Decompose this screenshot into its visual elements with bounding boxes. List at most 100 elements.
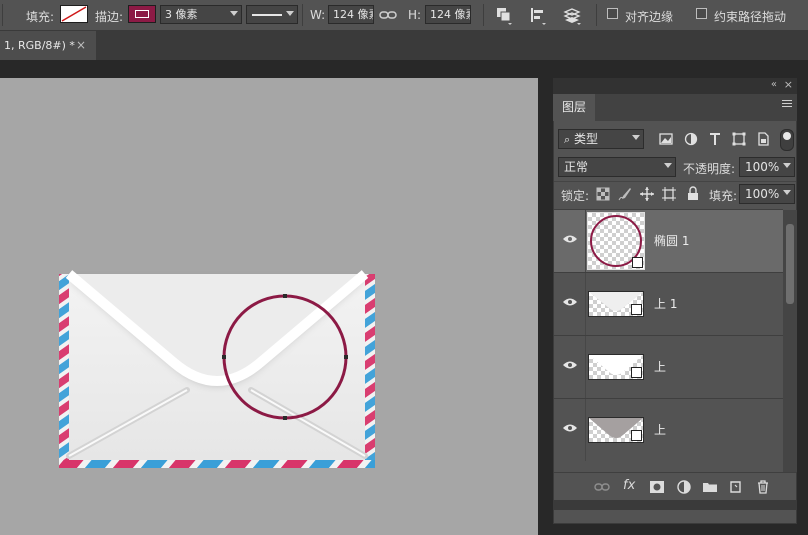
filter-smart-object-icon[interactable] <box>755 131 771 147</box>
layer-name[interactable]: 上 <box>654 358 666 375</box>
delete-layer-trash-icon[interactable] <box>755 479 771 495</box>
document-tab-title: 1, RGB/8#) * <box>4 39 75 52</box>
layer-row[interactable]: 上 <box>554 398 783 461</box>
fill-opacity-value: 100% <box>745 187 780 201</box>
divider <box>554 181 796 182</box>
layer-row[interactable]: 椭圆 1 <box>554 209 783 272</box>
fill-opacity-input[interactable]: 100% <box>739 184 795 204</box>
layer-name[interactable]: 上 1 <box>654 295 677 312</box>
anchor-point-bottom[interactable] <box>283 416 287 420</box>
stroke-label: 描边: <box>95 10 124 24</box>
airmail-border-left <box>59 274 69 468</box>
airmail-border-bottom <box>59 460 375 468</box>
filter-toggle-knob <box>783 132 791 140</box>
eye-icon[interactable] <box>563 423 577 433</box>
stroke-swatch[interactable] <box>128 5 156 23</box>
layer-filter-select[interactable]: ⌕ 类型 <box>558 129 644 149</box>
close-panel-icon[interactable]: × <box>784 78 793 91</box>
layer-name[interactable]: 椭圆 1 <box>654 232 689 249</box>
opacity-input[interactable]: 100% <box>739 157 795 177</box>
panel-title-bar: « × <box>553 78 797 94</box>
layer-filter-value: 类型 <box>574 132 599 146</box>
divider <box>585 399 586 461</box>
align-edges-checkbox[interactable] <box>607 8 618 19</box>
layers-scrollbar[interactable] <box>783 210 797 472</box>
chevron-down-icon <box>230 11 238 16</box>
filter-pixel-icon[interactable] <box>658 131 674 147</box>
chevron-down-icon <box>664 163 672 168</box>
width-input[interactable]: 124 像素 <box>328 5 374 24</box>
link-layers-icon[interactable] <box>594 479 610 495</box>
panel-menu-icon[interactable] <box>782 100 792 101</box>
layer-thumbnail <box>588 417 644 443</box>
chevron-down-icon <box>783 190 791 195</box>
lock-all-icon[interactable] <box>686 186 700 201</box>
stroke-type-select[interactable] <box>246 5 298 24</box>
anchor-point-top[interactable] <box>283 294 287 298</box>
link-icon[interactable] <box>378 5 398 25</box>
divider <box>585 210 586 272</box>
lock-image-pixels-icon[interactable] <box>618 187 632 201</box>
fill-swatch[interactable] <box>60 5 88 23</box>
separator <box>2 4 3 26</box>
close-icon[interactable]: × <box>76 38 86 52</box>
align-edges-label: 对齐边缘 <box>625 10 674 24</box>
filter-adjustment-icon[interactable] <box>683 131 699 147</box>
opacity-label: 不透明度: <box>683 162 736 176</box>
path-arrangement-icon[interactable] <box>562 5 582 25</box>
solid-line-icon <box>252 14 282 16</box>
airmail-border-right <box>365 274 375 468</box>
anchor-point-left[interactable] <box>222 355 226 359</box>
layer-row[interactable]: 上 <box>554 335 783 398</box>
lock-position-icon[interactable] <box>640 187 654 201</box>
layer-thumbnail <box>588 291 644 317</box>
tab-layers[interactable]: 图层 <box>553 94 595 121</box>
layer-row[interactable]: 上 1 <box>554 272 783 335</box>
divider <box>585 336 586 398</box>
panel-footer-resize <box>553 500 797 510</box>
add-mask-icon[interactable] <box>649 479 665 495</box>
no-fill-icon <box>61 6 87 22</box>
layers-panel-toolbar: fx <box>554 472 796 501</box>
lock-artboard-icon[interactable] <box>662 187 676 201</box>
width-label: W: <box>310 8 326 22</box>
eye-icon[interactable] <box>563 360 577 370</box>
scrollbar-thumb[interactable] <box>786 224 794 304</box>
envelope-artwork[interactable] <box>55 270 379 473</box>
fill-opacity-label: 填充: <box>709 189 738 203</box>
chevron-down-icon <box>632 135 640 140</box>
blend-mode-value: 正常 <box>564 160 589 174</box>
path-alignment-icon[interactable] <box>528 5 548 25</box>
chevron-down-icon <box>783 163 791 168</box>
stroke-width-value: 3 像素 <box>165 8 198 21</box>
eye-icon[interactable] <box>563 234 577 244</box>
new-group-folder-icon[interactable] <box>702 479 718 495</box>
filter-shape-icon[interactable] <box>731 131 747 147</box>
filter-toggle[interactable] <box>780 129 794 151</box>
new-layer-icon[interactable] <box>728 479 744 495</box>
lock-transparent-pixels-icon[interactable] <box>596 187 610 201</box>
shape-layer-badge-icon <box>632 257 643 268</box>
height-label: H: <box>408 8 422 22</box>
blend-mode-select[interactable]: 正常 <box>558 157 676 177</box>
separator <box>483 4 484 26</box>
filter-type-icon[interactable] <box>707 131 723 147</box>
layer-name[interactable]: 上 <box>654 421 666 438</box>
document-tab[interactable]: 1, RGB/8#) * × <box>0 31 96 60</box>
eye-icon[interactable] <box>563 297 577 307</box>
separator <box>596 4 597 26</box>
layer-style-fx-icon[interactable]: fx <box>623 478 639 494</box>
anchor-point-right[interactable] <box>344 355 348 359</box>
shape-layer-badge-icon <box>631 367 642 378</box>
chevron-down-icon <box>286 11 294 16</box>
constrain-path-checkbox[interactable] <box>696 8 707 19</box>
path-operations-icon[interactable] <box>494 5 514 25</box>
height-input[interactable]: 124 像素 <box>425 5 471 24</box>
shape-layer-badge-icon <box>631 304 642 315</box>
collapse-panel-icon[interactable]: « <box>771 79 777 90</box>
constrain-path-label: 约束路径拖动 <box>714 10 787 24</box>
stroke-width-select[interactable]: 3 像素 <box>160 5 242 24</box>
new-adjustment-layer-icon[interactable] <box>676 479 692 495</box>
divider <box>585 273 586 335</box>
shape-layer-badge-icon <box>631 430 642 441</box>
